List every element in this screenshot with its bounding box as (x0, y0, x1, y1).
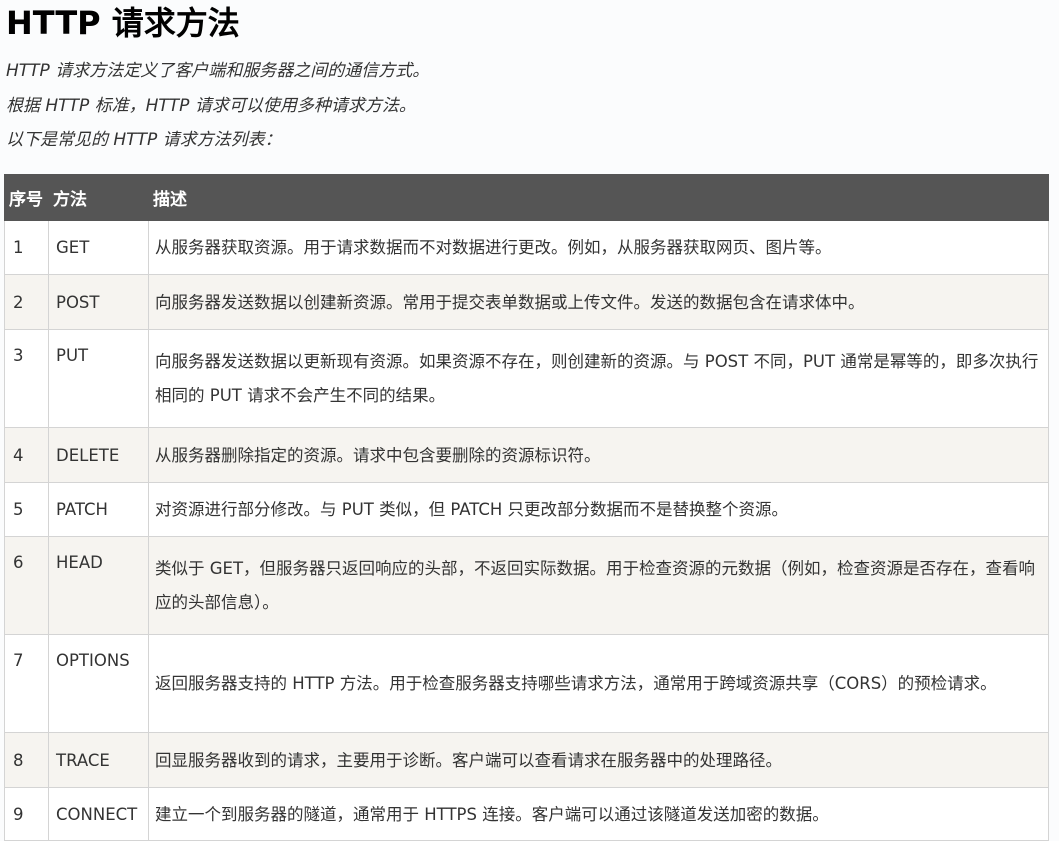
table-row: 8 TRACE 回显服务器收到的请求，主要用于诊断。客户端可以查看请求在服务器中… (4, 732, 1049, 788)
row-description: 建立一个到服务器的隧道，通常用于 HTTPS 连接。客户端可以通过该隧道发送加密… (148, 787, 1049, 841)
table-row: 6 HEAD 类似于 GET，但服务器只返回响应的头部，不返回实际数据。用于检查… (4, 536, 1049, 635)
http-methods-table: 序号 方法 描述 1 GET 从服务器获取资源。用于请求数据而不对数据进行更改。… (4, 174, 1049, 841)
article: HTTP 请求方法 HTTP 请求方法定义了客户端和服务器之间的通信方式。 根据… (0, 0, 1059, 841)
row-description: 向服务器发送数据以创建新资源。常用于提交表单数据或上传文件。发送的数据包含在请求… (148, 274, 1049, 330)
row-description: 向服务器发送数据以更新现有资源。如果资源不存在，则创建新的资源。与 POST 不… (148, 329, 1049, 428)
row-method: POST (48, 274, 149, 330)
table-header-row: 序号 方法 描述 (4, 174, 1049, 221)
row-method: GET (48, 220, 149, 275)
row-description: 返回服务器支持的 HTTP 方法。用于检查服务器支持哪些请求方法，通常用于跨域资… (148, 634, 1049, 733)
table-row: 2 POST 向服务器发送数据以创建新资源。常用于提交表单数据或上传文件。发送的… (4, 274, 1049, 330)
intro-paragraph-1: HTTP 请求方法定义了客户端和服务器之间的通信方式。 (6, 61, 430, 81)
table-row: 4 DELETE 从服务器删除指定的资源。请求中包含要删除的资源标识符。 (4, 427, 1049, 483)
row-description: 回显服务器收到的请求，主要用于诊断。客户端可以查看请求在服务器中的处理路径。 (148, 732, 1049, 788)
row-index: 1 (4, 220, 49, 275)
page-title: HTTP 请求方法 (6, 4, 240, 42)
row-description: 对资源进行部分修改。与 PUT 类似，但 PATCH 只更改部分数据而不是替换整… (148, 482, 1049, 537)
table-row: 3 PUT 向服务器发送数据以更新现有资源。如果资源不存在，则创建新的资源。与 … (4, 329, 1049, 428)
header-description: 描述 (148, 174, 1049, 221)
row-method: TRACE (48, 732, 149, 788)
row-method: HEAD (48, 536, 149, 635)
row-index: 9 (4, 787, 49, 841)
row-index: 5 (4, 482, 49, 537)
table-row: 9 CONNECT 建立一个到服务器的隧道，通常用于 HTTPS 连接。客户端可… (4, 787, 1049, 841)
row-index: 4 (4, 427, 49, 483)
table-row: 7 OPTIONS 返回服务器支持的 HTTP 方法。用于检查服务器支持哪些请求… (4, 634, 1049, 733)
row-method: PATCH (48, 482, 149, 537)
header-method: 方法 (48, 174, 149, 221)
row-index: 2 (4, 274, 49, 330)
row-index: 8 (4, 732, 49, 788)
intro-paragraph-3: 以下是常见的 HTTP 请求方法列表： (6, 130, 282, 150)
row-method: OPTIONS (48, 634, 149, 733)
row-description: 从服务器删除指定的资源。请求中包含要删除的资源标识符。 (148, 427, 1049, 483)
row-description: 类似于 GET，但服务器只返回响应的头部，不返回实际数据。用于检查资源的元数据（… (148, 536, 1049, 635)
row-index: 3 (4, 329, 49, 428)
row-method: PUT (48, 329, 149, 428)
row-method: CONNECT (48, 787, 149, 841)
intro-paragraph-2: 根据 HTTP 标准，HTTP 请求可以使用多种请求方法。 (6, 96, 416, 116)
row-index: 7 (4, 634, 49, 733)
table-row: 5 PATCH 对资源进行部分修改。与 PUT 类似，但 PATCH 只更改部分… (4, 482, 1049, 537)
row-method: DELETE (48, 427, 149, 483)
table-row: 1 GET 从服务器获取资源。用于请求数据而不对数据进行更改。例如，从服务器获取… (4, 220, 1049, 275)
row-description: 从服务器获取资源。用于请求数据而不对数据进行更改。例如，从服务器获取网页、图片等… (148, 220, 1049, 275)
header-index: 序号 (4, 174, 49, 221)
row-index: 6 (4, 536, 49, 635)
